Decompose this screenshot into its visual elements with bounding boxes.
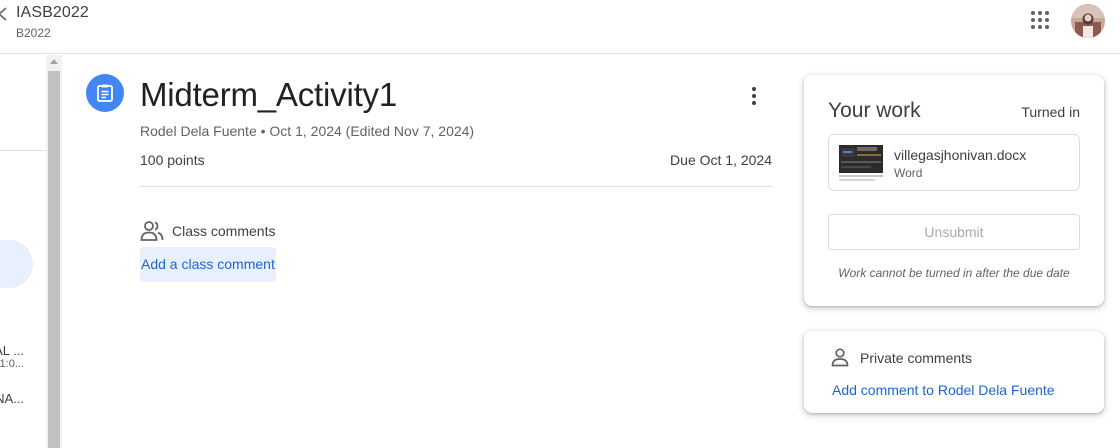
attachment-card[interactable]: villegasjhonivan.docx Word [828, 134, 1080, 191]
assignment-due-date: Due Oct 1, 2024 [670, 152, 772, 168]
sidebar-item-2[interactable]: NA... [0, 391, 24, 406]
attachment-file-name: villegasjhonivan.docx [894, 147, 1027, 163]
assignment-points: 100 points [140, 152, 205, 168]
assignment-title: Midterm_Activity1 [140, 76, 397, 113]
course-title[interactable]: IASB2022 [16, 4, 89, 22]
your-work-title: Your work [828, 99, 921, 122]
add-class-comment-button[interactable]: Add a class comment [140, 247, 276, 282]
document-thumbnail-icon [829, 135, 886, 190]
sidebar: AL ... 1:0... NA... [0, 55, 46, 448]
course-section: B2022 [16, 26, 51, 40]
user-avatar[interactable] [1071, 4, 1105, 38]
google-apps-icon[interactable] [1029, 9, 1051, 31]
attachment-thumbnail [829, 135, 886, 190]
back-chevron-icon[interactable] [0, 6, 8, 22]
late-submission-note: Work cannot be turned in after the due d… [838, 266, 1070, 280]
private-comments-card: Private comments Add comment to Rodel De… [804, 331, 1104, 413]
class-comments-label: Class comments [172, 223, 276, 239]
scroll-thumb[interactable] [48, 71, 60, 448]
assignment-meta: Rodel Dela Fuente • Oct 1, 2024 (Edited … [140, 123, 475, 139]
turned-in-status: Turned in [1021, 104, 1080, 120]
more-options-icon[interactable] [742, 84, 766, 108]
add-private-comment-link[interactable]: Add comment to Rodel Dela Fuente [832, 382, 1055, 398]
people-icon [140, 221, 164, 241]
your-work-card: Your work Turned in villegasjhonivan.doc… [804, 75, 1104, 306]
sidebar-item-sub: 1:0... [0, 358, 24, 370]
attachment-file-type: Word [894, 166, 923, 180]
private-comments-label: Private comments [860, 350, 973, 366]
sidebar-item-label: NA... [0, 391, 24, 406]
top-bar: IASB2022 B2022 [0, 0, 1120, 54]
sidebar-scrollbar[interactable] [46, 55, 62, 448]
avatar-photo-icon [1071, 4, 1105, 38]
assignment-icon [86, 74, 124, 112]
sidebar-item-label: AL ... [0, 343, 24, 358]
content-divider [140, 186, 772, 187]
person-icon [831, 348, 849, 367]
sidebar-divider [0, 150, 46, 151]
sidebar-item-1[interactable]: AL ... 1:0... [0, 343, 24, 370]
clipboard-icon [97, 84, 113, 102]
sidebar-active-item[interactable] [0, 240, 33, 288]
unsubmit-button[interactable]: Unsubmit [828, 214, 1080, 250]
scroll-up-arrow-icon[interactable] [50, 59, 58, 64]
